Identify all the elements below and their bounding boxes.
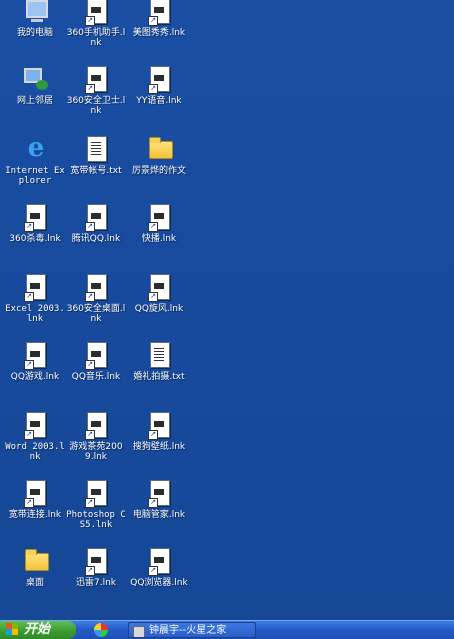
desktop-icon-label: Excel 2003.lnk <box>5 304 65 324</box>
desktop-icon[interactable]: 我的电脑 <box>5 0 65 38</box>
desktop-icon-label: 360手机助手.lnk <box>66 28 126 48</box>
shortcut-file-icon: ↗ <box>146 480 172 508</box>
shortcut-file-icon: ↗ <box>22 480 48 508</box>
desktop-icon[interactable]: ↗ 360安全卫士.lnk <box>66 66 126 116</box>
shortcut-file-icon: ↗ <box>22 342 48 370</box>
internet-explorer-icon: e <box>27 133 45 163</box>
taskbar: 开始 钟晨宇--火星之家 <box>0 620 454 639</box>
shortcut-file-icon: ↗ <box>146 412 172 440</box>
desktop-icon[interactable]: ↗ 360手机助手.lnk <box>66 0 126 48</box>
desktop-icon-label: 婚礼拍摄.txt <box>133 372 185 382</box>
desktop-icon[interactable]: 宽带帐号.txt <box>66 136 126 176</box>
shortcut-file-icon: ↗ <box>146 548 172 576</box>
shortcut-file-icon: ↗ <box>83 342 109 370</box>
shortcut-file-icon: ↗ <box>83 204 109 232</box>
desktop-icon[interactable]: ↗ QQ浏览器.lnk <box>129 548 189 588</box>
desktop-icon[interactable]: ↗ Excel 2003.lnk <box>5 274 65 324</box>
desktop-icon[interactable]: ↗ QQ旋风.lnk <box>129 274 189 314</box>
desktop-icon-label: 搜狗壁纸.lnk <box>132 442 186 452</box>
desktop-icon-label: 厉景烨的作文 <box>131 166 186 176</box>
desktop-icon[interactable]: ↗ QQ音乐.lnk <box>66 342 126 382</box>
my-computer-icon <box>22 0 48 26</box>
shortcut-file-icon: ↗ <box>83 480 109 508</box>
folder-icon <box>146 136 173 164</box>
desktop-icon-label: 快播.lnk <box>141 234 177 244</box>
desktop-icon[interactable]: ↗ 腾讯QQ.lnk <box>66 204 126 244</box>
desktop-icon[interactable]: ↗ 搜狗壁纸.lnk <box>129 412 189 452</box>
start-label: 开始 <box>24 622 51 637</box>
shortcut-file-icon: ↗ <box>146 0 172 26</box>
desktop-icon[interactable]: ↗ 游戏茶苑2009.lnk <box>66 412 126 462</box>
desktop-icon[interactable]: ↗ 美图秀秀.lnk <box>129 0 189 38</box>
desktop-icon[interactable]: ↗ QQ游戏.lnk <box>5 342 65 382</box>
desktop-icon-label: 宽带帐号.txt <box>70 166 122 176</box>
shortcut-file-icon: ↗ <box>146 204 172 232</box>
shortcut-file-icon: ↗ <box>22 412 48 440</box>
desktop-icon[interactable]: 厉景烨的作文 <box>129 136 189 176</box>
desktop-icon[interactable]: 桌面 <box>5 548 65 588</box>
shortcut-file-icon: ↗ <box>83 274 109 302</box>
desktop-icon[interactable]: ↗ 快播.lnk <box>129 204 189 244</box>
text-file-icon <box>146 342 172 370</box>
desktop-icon-label: 宽带连接.lnk <box>8 510 62 520</box>
network-places-icon <box>22 66 48 94</box>
desktop-icon-label: 桌面 <box>25 578 44 588</box>
shortcut-file-icon: ↗ <box>83 0 109 26</box>
desktop-icon[interactable]: ↗ Photoshop CS5.lnk <box>66 480 126 530</box>
window-icon <box>133 626 145 637</box>
desktop-icon-label: QQ浏览器.lnk <box>130 578 188 588</box>
windows-logo-icon <box>6 623 18 635</box>
shortcut-file-icon: ↗ <box>146 66 172 94</box>
taskbar-window-button[interactable]: 钟晨宇--火星之家 <box>128 622 256 638</box>
desktop-icon-label: YY语音.lnk <box>136 96 182 106</box>
desktop-icon[interactable]: ↗ YY语音.lnk <box>129 66 189 106</box>
desktop-icon-label: 我的电脑 <box>16 28 53 38</box>
desktop-icon[interactable]: ↗ 360安全桌面.lnk <box>66 274 126 324</box>
shortcut-file-icon: ↗ <box>83 412 109 440</box>
desktop-icon-label: 电脑管家.lnk <box>132 510 186 520</box>
shortcut-file-icon: ↗ <box>83 66 109 94</box>
desktop-icon[interactable]: ↗ 电脑管家.lnk <box>129 480 189 520</box>
desktop-icon[interactable]: 网上邻居 <box>5 66 65 106</box>
desktop-icon[interactable]: ↗ 宽带连接.lnk <box>5 480 65 520</box>
desktop-icon-label: QQ音乐.lnk <box>71 372 121 382</box>
desktop-icon-label: 腾讯QQ.lnk <box>71 234 121 244</box>
start-button[interactable]: 开始 <box>0 621 76 639</box>
desktop-icon[interactable]: ↗ Word 2003.lnk <box>5 412 65 462</box>
desktop-icon-label: 网上邻居 <box>16 96 53 106</box>
desktop-icon-label: 360安全桌面.lnk <box>66 304 126 324</box>
360-icon[interactable] <box>94 623 108 637</box>
shortcut-file-icon: ↗ <box>22 204 48 232</box>
desktop-icon[interactable]: ↗ 迅雷7.lnk <box>66 548 126 588</box>
shortcut-file-icon: ↗ <box>22 274 48 302</box>
desktop-icon-label: Photoshop CS5.lnk <box>66 510 126 530</box>
desktop-icon-label: 美图秀秀.lnk <box>132 28 186 38</box>
folder-icon <box>22 548 49 576</box>
text-file-icon <box>83 136 109 164</box>
desktop-icon-label: 360杀毒.lnk <box>9 234 61 244</box>
shortcut-file-icon: ↗ <box>83 548 109 576</box>
desktop-icon[interactable]: e Internet Explorer <box>5 133 65 186</box>
desktop-icon-label: QQ旋风.lnk <box>134 304 184 314</box>
desktop-icon-label: QQ游戏.lnk <box>10 372 60 382</box>
desktop-icon[interactable]: ↗ 360杀毒.lnk <box>5 204 65 244</box>
shortcut-file-icon: ↗ <box>146 274 172 302</box>
desktop-icon-label: 迅雷7.lnk <box>75 578 116 588</box>
taskbar-window-label: 钟晨宇--火星之家 <box>149 625 227 636</box>
desktop-icon[interactable]: 婚礼拍摄.txt <box>129 342 189 382</box>
desktop: 我的电脑 ↗ 360手机助手.lnk ↗ 美图秀秀.lnk 网上邻居 ↗ 360安全卫士.ln… <box>0 0 454 620</box>
desktop-icon-label: 游戏茶苑2009.lnk <box>69 442 123 462</box>
desktop-icon-label: Internet Explorer <box>5 166 65 186</box>
desktop-icon-label: Word 2003.lnk <box>5 442 65 462</box>
desktop-icon-label: 360安全卫士.lnk <box>66 96 126 116</box>
